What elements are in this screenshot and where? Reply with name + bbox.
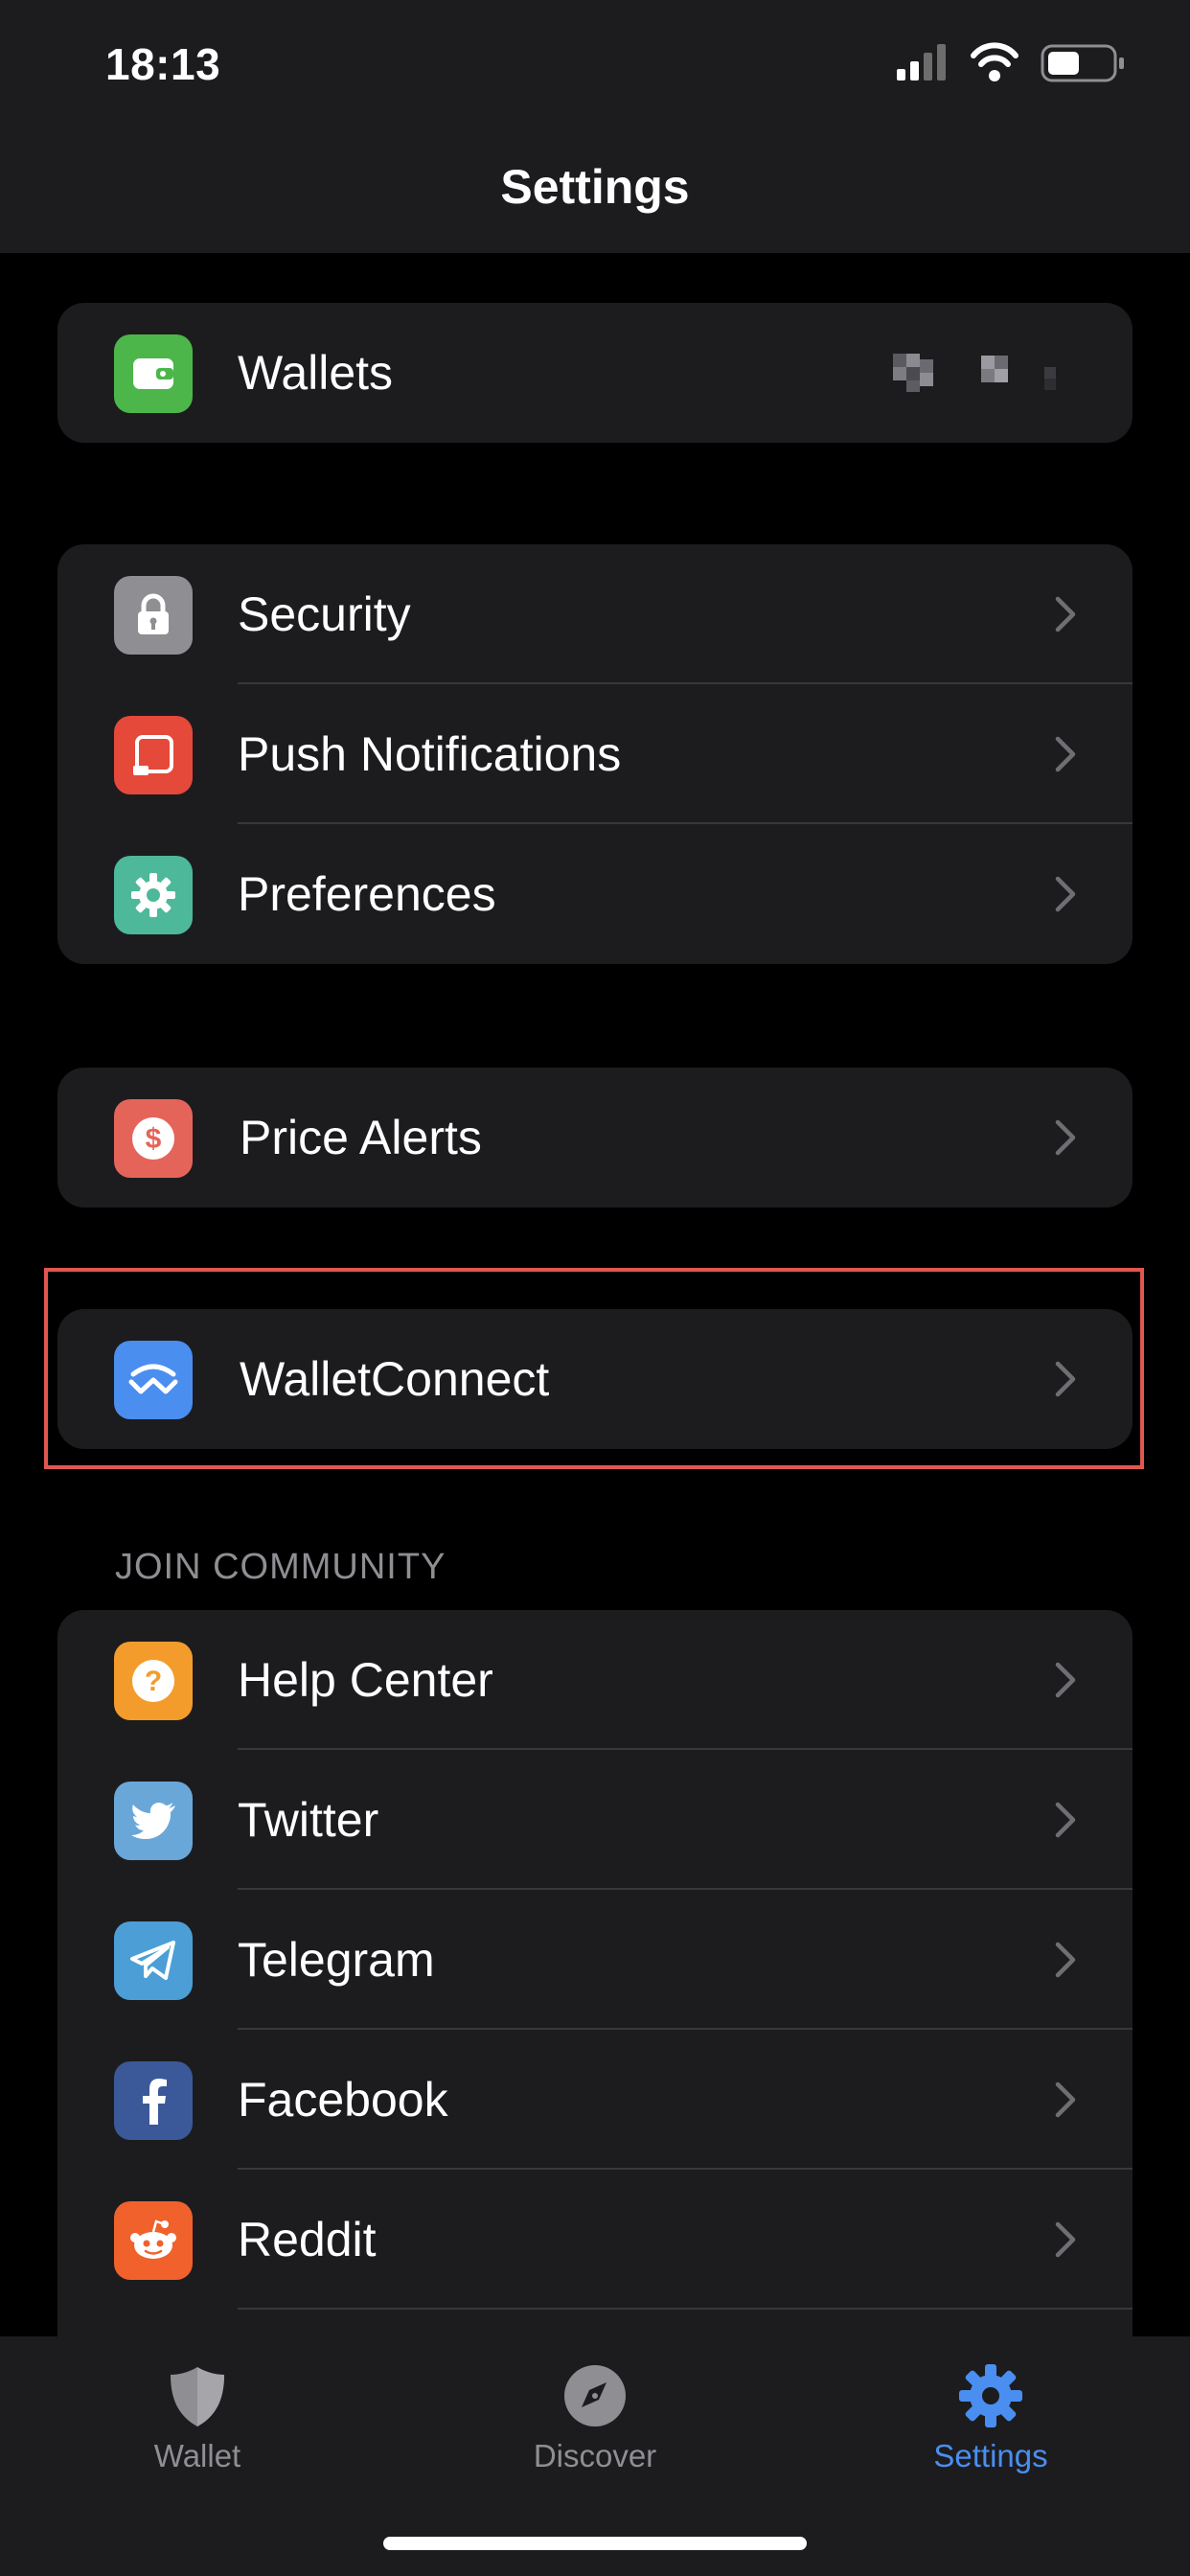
highlight-annotation-box: [44, 1268, 1144, 1469]
chevron-right-icon: [1055, 1942, 1076, 1978]
shield-icon: [171, 2367, 224, 2426]
tab-settings[interactable]: Settings: [847, 2336, 1134, 2490]
settings-row-reddit[interactable]: Reddit: [57, 2170, 1133, 2310]
section-header-community: JOIN COMMUNITY: [115, 1547, 446, 1587]
chevron-right-icon: [1055, 1119, 1076, 1156]
community-card: ? Help Center Twitter Telegram Facebook …: [57, 1610, 1133, 2338]
redacted-wallet-name: [893, 354, 1056, 392]
tab-label: Settings: [933, 2438, 1048, 2473]
settings-row-label: Telegram: [238, 1933, 435, 1987]
settings-row-label: Price Alerts: [240, 1111, 482, 1164]
general-settings-card: Security Push Notifications Preferences: [57, 544, 1133, 964]
tab-label: Discover: [533, 2438, 657, 2473]
tab-bar: Wallet Discover Settings: [0, 2336, 1190, 2576]
chevron-right-icon: [1055, 2221, 1076, 2258]
divider: [238, 2308, 1133, 2310]
compass-icon: [564, 2365, 626, 2426]
notification-icon: [114, 716, 193, 794]
settings-row-price-alerts[interactable]: $ Price Alerts: [57, 1068, 1133, 1208]
settings-row-security[interactable]: Security: [57, 544, 1133, 684]
question-icon: ?: [114, 1642, 193, 1720]
tab-label: Wallet: [153, 2438, 241, 2473]
wallets-card: Wallets: [57, 303, 1133, 443]
gear-icon: [959, 2364, 1022, 2427]
dollar-icon: $: [114, 1099, 193, 1178]
lock-icon: [114, 576, 193, 655]
chevron-right-icon: [1055, 1802, 1076, 1838]
status-time: 18:13: [105, 39, 221, 89]
settings-row-wallets[interactable]: Wallets: [57, 303, 1133, 443]
chevron-right-icon: [1055, 736, 1076, 772]
settings-row-label: Reddit: [238, 2213, 377, 2266]
chevron-right-icon: [1055, 2082, 1076, 2118]
svg-text:?: ?: [145, 1666, 162, 1697]
wifi-icon: [971, 42, 1018, 81]
settings-row-label: Push Notifications: [238, 727, 622, 781]
settings-row-telegram[interactable]: Telegram: [57, 1890, 1133, 2030]
settings-row-twitter[interactable]: Twitter: [57, 1750, 1133, 1890]
settings-row-label: Help Center: [238, 1653, 493, 1707]
settings-row-label: Twitter: [238, 1793, 379, 1847]
gear-icon: [114, 856, 193, 934]
settings-row-help-center[interactable]: ? Help Center: [57, 1610, 1133, 1750]
battery-icon: [1041, 44, 1124, 82]
reddit-icon: [114, 2201, 193, 2280]
status-icons: [897, 42, 1124, 82]
settings-row-preferences[interactable]: Preferences: [57, 824, 1133, 964]
twitter-icon: [114, 1782, 193, 1860]
tab-wallet[interactable]: Wallet: [54, 2336, 341, 2490]
wallet-icon: [114, 334, 193, 413]
cellular-signal-icon: [897, 44, 946, 80]
settings-row-label: Security: [238, 587, 411, 641]
settings-row-label: Facebook: [238, 2073, 448, 2127]
settings-row-label: Preferences: [238, 867, 496, 921]
settings-row-facebook[interactable]: Facebook: [57, 2030, 1133, 2170]
price-alerts-card: $ Price Alerts: [57, 1068, 1133, 1208]
svg-text:$: $: [146, 1123, 162, 1155]
home-indicator: [383, 2537, 807, 2550]
chevron-right-icon: [1055, 876, 1076, 912]
navigation-header: 18:13 Settings: [0, 0, 1190, 253]
page-title: Settings: [500, 160, 690, 214]
tab-discover[interactable]: Discover: [451, 2336, 739, 2490]
chevron-right-icon: [1055, 1662, 1076, 1698]
settings-row-push-notifications[interactable]: Push Notifications: [57, 684, 1133, 824]
facebook-icon: [114, 2061, 193, 2140]
settings-row-label: Wallets: [238, 346, 394, 400]
chevron-right-icon: [1055, 596, 1076, 632]
telegram-icon: [114, 1921, 193, 2000]
